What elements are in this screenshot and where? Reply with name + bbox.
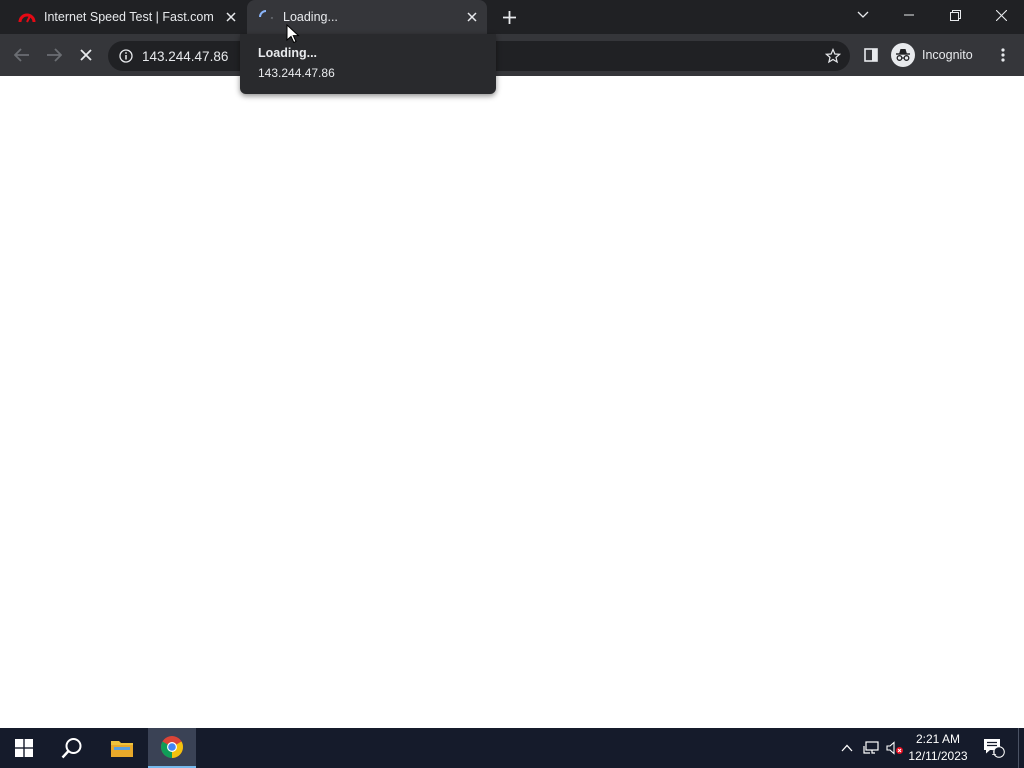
minimize-icon	[904, 14, 914, 16]
tab-loading[interactable]: Loading...	[247, 0, 487, 34]
show-desktop-divider[interactable]	[1018, 728, 1019, 768]
notification-count-badge: 1	[991, 747, 997, 757]
plus-icon	[502, 10, 516, 24]
tab-fast-com[interactable]: Internet Speed Test | Fast.com	[8, 0, 246, 34]
hover-card-title: Loading...	[258, 46, 318, 60]
stop-loading-button[interactable]	[72, 41, 100, 69]
minimize-button[interactable]	[886, 0, 932, 30]
show-hidden-icons-button[interactable]	[836, 728, 858, 768]
restore-icon	[949, 9, 961, 21]
tab-hover-card: Loading... 143.244.47.86	[240, 34, 496, 94]
browser-menu-button[interactable]	[989, 41, 1017, 69]
search-icon	[61, 738, 82, 759]
side-panel-icon	[864, 48, 878, 62]
chevron-up-icon	[841, 744, 853, 752]
clock-date: 12/11/2023	[908, 749, 968, 763]
tab-title: Loading...	[283, 10, 338, 24]
arrow-right-icon	[47, 48, 62, 62]
more-vertical-icon	[1001, 48, 1005, 62]
taskbar-clock[interactable]: 2:21 AM 12/11/2023	[906, 731, 970, 765]
info-icon[interactable]	[116, 46, 136, 66]
arrow-left-icon	[14, 48, 29, 62]
windows-taskbar: 2:21 AM 12/11/2023 1	[0, 728, 1024, 768]
browser-toolbar: 143.244.47.86 Incognito	[0, 34, 1024, 76]
close-window-button[interactable]	[978, 0, 1024, 30]
forward-button[interactable]	[40, 41, 68, 69]
incognito-icon	[891, 43, 915, 67]
tab-search-button[interactable]	[840, 0, 886, 30]
chevron-down-icon	[857, 11, 869, 18]
volume-button[interactable]	[884, 728, 906, 768]
back-button[interactable]	[8, 41, 36, 69]
folder-icon	[111, 741, 133, 757]
mouse-cursor-icon	[286, 24, 300, 44]
new-tab-button[interactable]	[498, 6, 520, 28]
chrome-taskbar-button[interactable]	[148, 728, 196, 768]
file-explorer-button[interactable]	[98, 728, 146, 768]
close-tab-icon[interactable]	[220, 6, 242, 28]
tab-title: Internet Speed Test | Fast.com	[44, 10, 214, 24]
tab-strip: Internet Speed Test | Fast.com Loading..…	[0, 0, 1024, 34]
windows-logo-icon	[15, 739, 33, 757]
incognito-profile-button[interactable]: Incognito	[891, 43, 973, 67]
page-content	[0, 76, 1024, 728]
volume-muted-icon	[886, 741, 903, 755]
address-bar-url: 143.244.47.86	[142, 48, 229, 64]
hover-card-url: 143.244.47.86	[258, 66, 335, 80]
close-tab-icon[interactable]	[461, 6, 483, 28]
fast-com-speedometer-icon	[18, 8, 36, 26]
network-button[interactable]	[860, 728, 882, 768]
start-button[interactable]	[0, 728, 48, 768]
loading-spinner-icon	[257, 8, 275, 26]
chrome-icon	[161, 736, 183, 758]
network-icon	[863, 741, 879, 754]
restore-button[interactable]	[932, 0, 978, 30]
bookmark-star-icon[interactable]	[824, 47, 842, 64]
action-center-button[interactable]: 1	[978, 728, 1010, 768]
search-button[interactable]	[48, 728, 96, 768]
clock-time: 2:21 AM	[915, 732, 961, 746]
side-panel-button[interactable]	[857, 41, 885, 69]
incognito-label: Incognito	[922, 48, 973, 62]
close-icon	[995, 9, 1007, 21]
close-icon	[80, 49, 92, 61]
